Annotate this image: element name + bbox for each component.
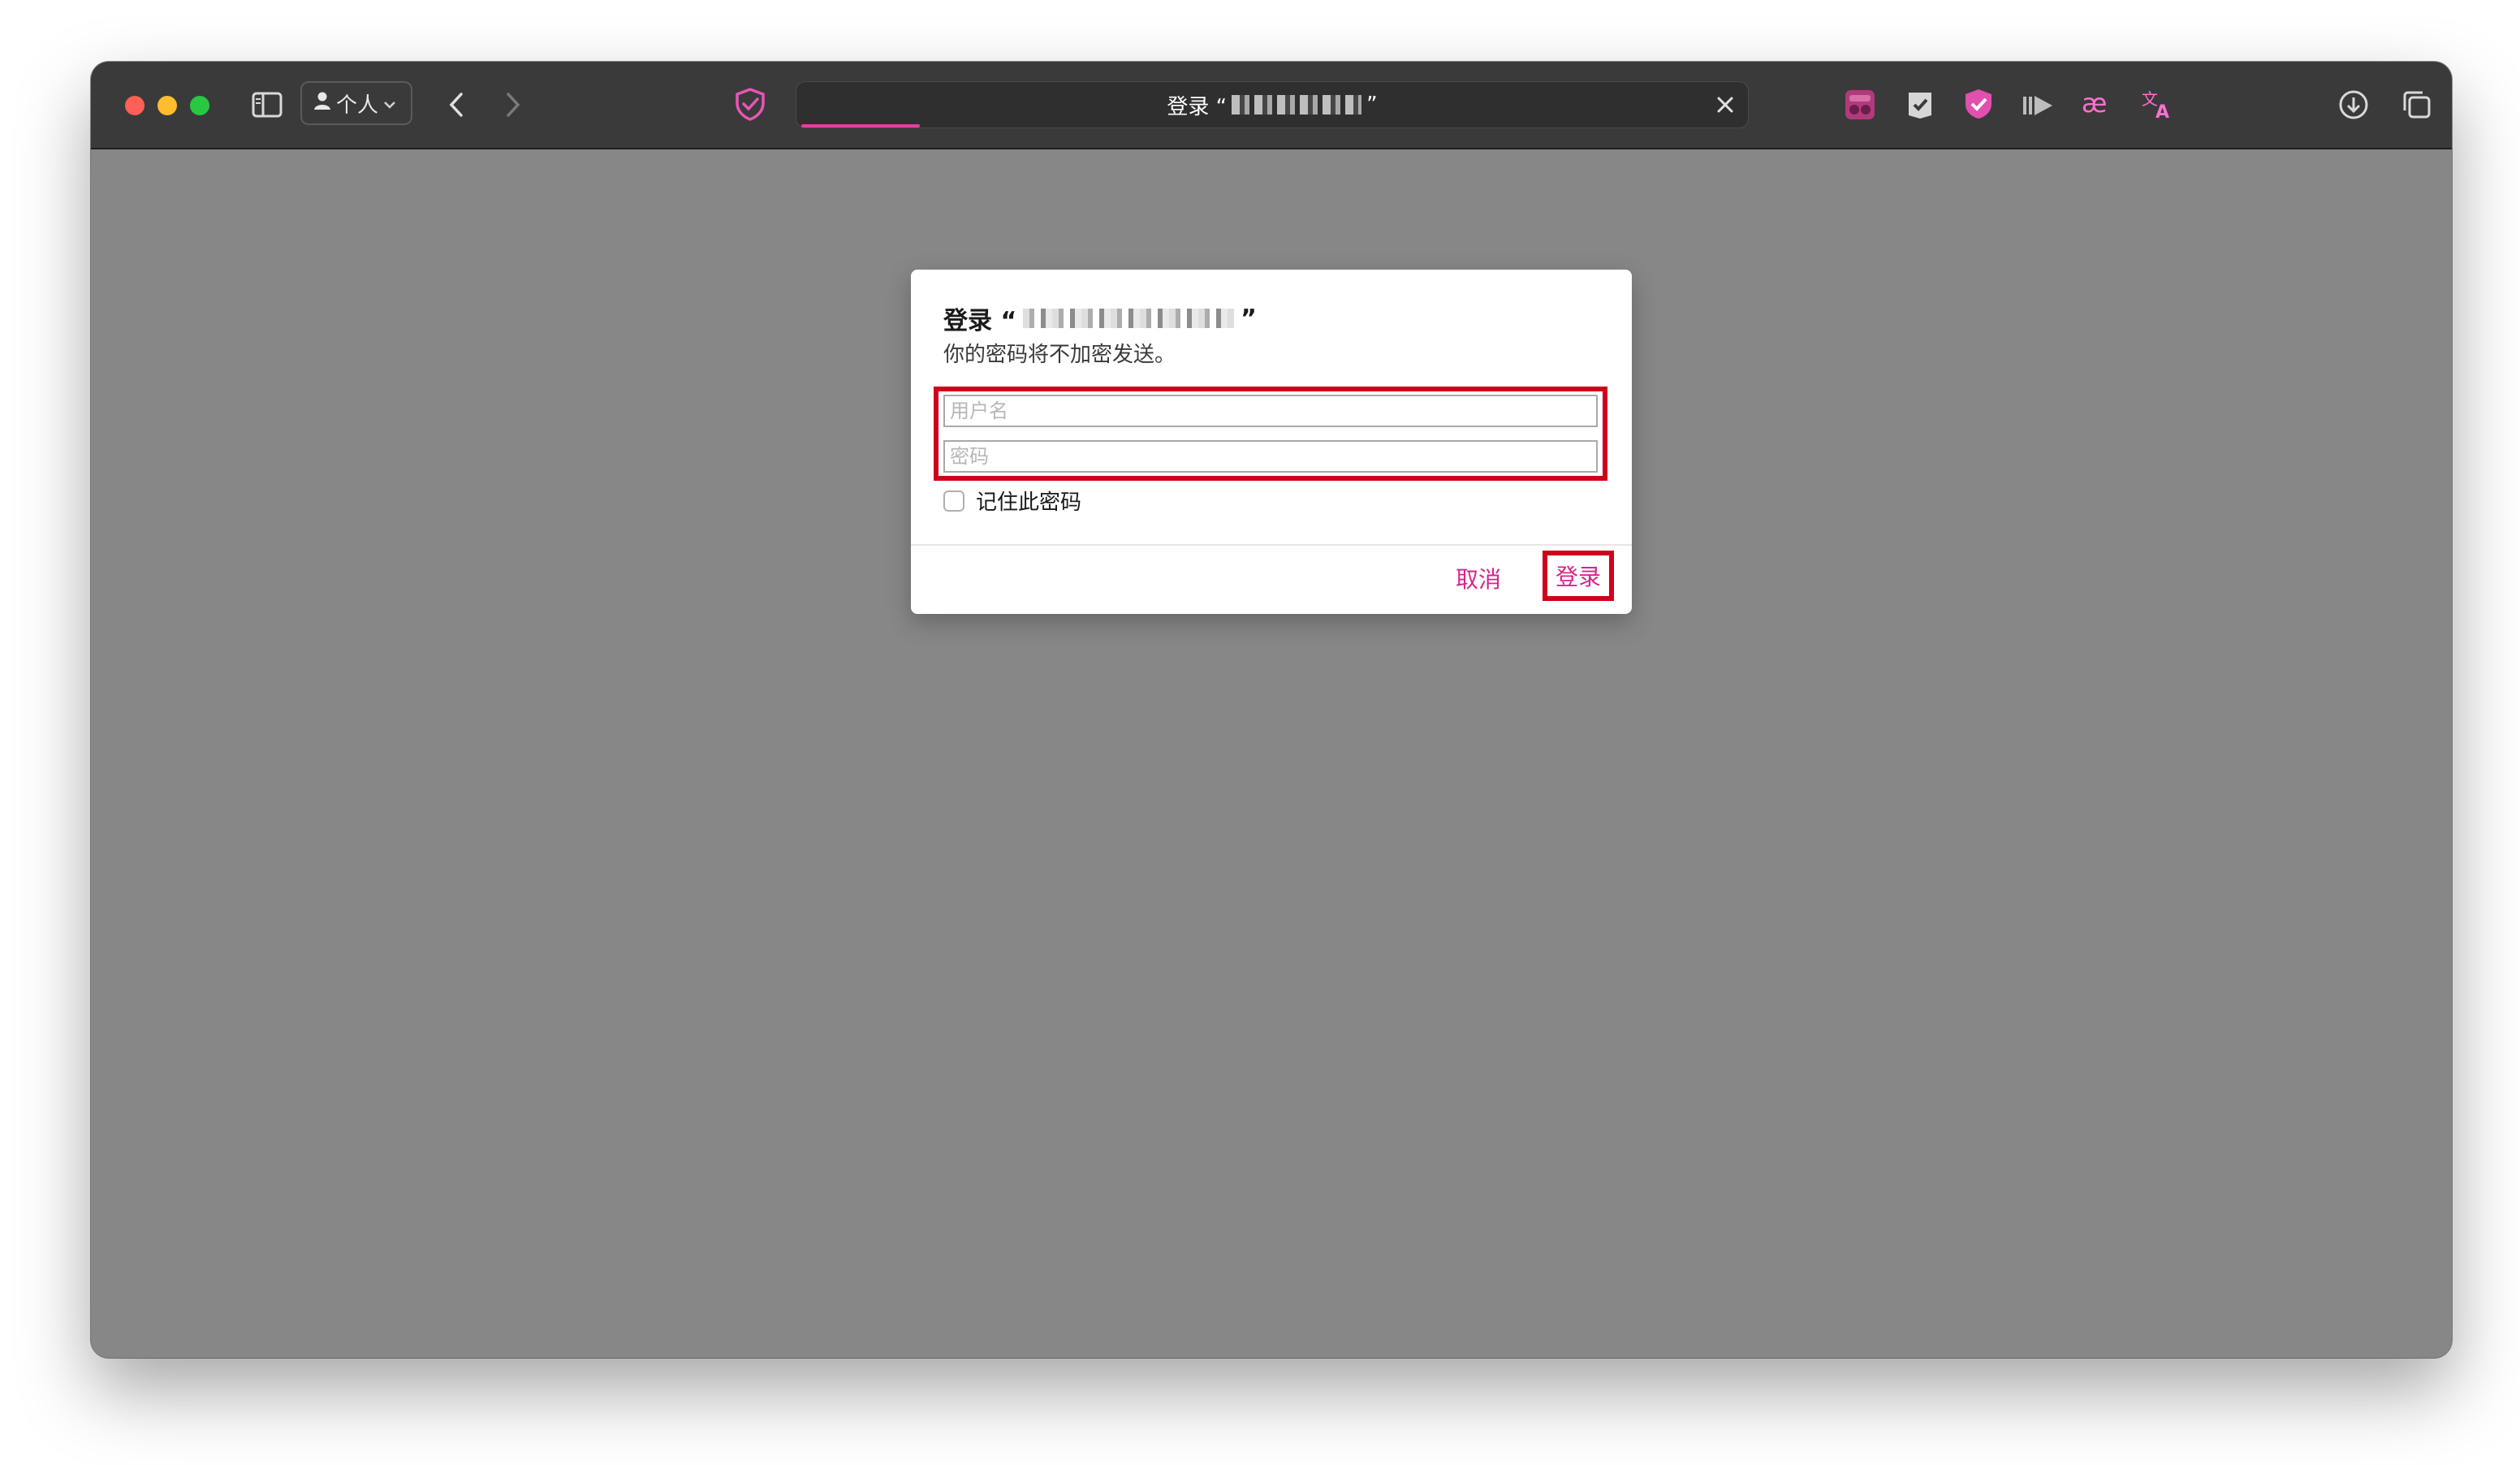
extension-icon[interactable] [1843,88,1877,122]
dialog-subtitle: 你的密码将不加密发送。 [943,343,1176,367]
password-input[interactable] [943,440,1598,473]
minimize-window-button[interactable] [158,96,177,115]
tab-title-prefix: 登录 “ [1167,94,1228,119]
remember-checkbox[interactable] [943,490,964,512]
tabs-overview-icon[interactable] [2400,88,2434,122]
cancel-button[interactable]: 取消 [1450,554,1507,603]
play-icon[interactable] [2020,89,2056,122]
tab-title: 登录 “ ” [796,82,1748,127]
obscured-host [1023,309,1235,328]
close-icon[interactable] [1711,90,1740,119]
translate-icon[interactable]: 文A [2138,84,2177,123]
bookmark-shield-icon[interactable] [1903,88,1937,122]
remember-label: 记住此密码 [976,490,1082,515]
browser-toolbar: 个人 登录 “ ” æ 文 A [91,62,2452,149]
close-window-button[interactable] [125,96,145,115]
sidebar-icon[interactable] [250,89,284,120]
obscured-host [1232,95,1362,115]
login-button[interactable]: 登录 [1543,551,1614,601]
profile-button[interactable]: 个人 [300,81,412,125]
svg-text:A: A [2155,102,2169,121]
ae-icon[interactable]: æ [2078,86,2117,122]
username-input[interactable] [943,395,1598,427]
tab-title-suffix: ” [1366,93,1378,117]
address-bar[interactable]: 登录 “ ” [796,81,1749,128]
svg-text:æ: æ [2082,90,2107,118]
dialog-title: 登录 “ ” [943,300,1257,336]
dialog-title-prefix: 登录 “ [943,307,1017,335]
dialog-divider [911,544,1632,546]
back-icon[interactable] [440,88,472,122]
privacy-badge-icon[interactable] [1961,86,1996,122]
login-dialog: 登录 “ ” 你的密码将不加密发送。 记住此密码 取消 登录 [911,270,1632,614]
shield-check-icon[interactable] [731,84,770,123]
profile-label: 个人 [336,93,379,118]
dialog-title-suffix: ” [1241,304,1257,333]
page-load-progress [801,124,920,127]
person-icon [313,91,331,116]
chevron-down-icon [383,91,396,115]
browser-window: 个人 登录 “ ” æ 文 A 登录 “ ” 你的密码将不加密发送。 用户名 记… [91,62,2452,1358]
zoom-window-button[interactable] [190,96,209,115]
forward-icon[interactable] [497,88,529,122]
remember-password[interactable]: 记住此密码 [943,486,1081,516]
download-icon[interactable] [2337,88,2371,122]
